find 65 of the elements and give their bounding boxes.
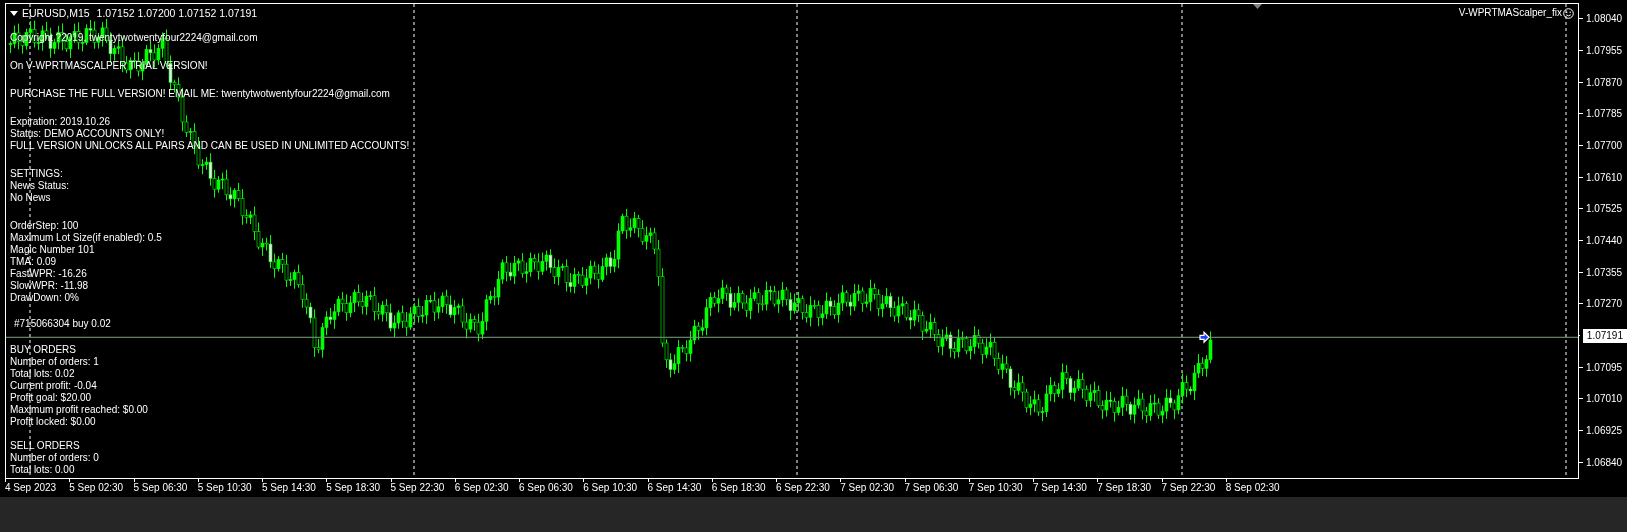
time-label: 7 Sep 22:30 [1161,482,1216,493]
time-label: 7 Sep 14:30 [1033,482,1087,493]
comment-line: No News [10,192,52,204]
time-label: 7 Sep 18:30 [1097,482,1152,493]
comment-line: Current profit: -0.04 [10,380,98,392]
time-label: 7 Sep 02:30 [840,482,895,493]
price-label: 1.07440 [1586,235,1623,247]
time-label: 7 Sep 06:30 [904,482,959,493]
quotes-label: 1.07152 1.07200 1.07152 1.07191 [95,7,258,19]
time-label: 5 Sep 14:30 [262,482,316,493]
current-price-label: 1.07191 [1582,328,1627,343]
time-label: 7 Sep 10:30 [968,482,1023,493]
comment-line: Total lots: 0.00 [10,464,76,476]
time-label: 4 Sep 2023 [5,482,57,493]
time-label: 5 Sep 18:30 [326,482,381,493]
price-label: 1.07270 [1586,298,1623,310]
time-label: 6 Sep 02:30 [454,482,509,493]
comment-line: Profit locked: $0.00 [10,416,97,428]
price-label: 1.08040 [1586,13,1623,25]
shift-marker-icon [1253,4,1262,9]
time-label: 5 Sep 06:30 [133,482,188,493]
price-label: 1.07010 [1586,393,1623,405]
time-label: 6 Sep 22:30 [776,482,830,493]
time-label: 5 Sep 02:30 [69,482,124,493]
price-label: 1.07785 [1586,108,1623,120]
price-label: 1.06840 [1586,456,1623,468]
price-label: 1.07355 [1586,266,1623,278]
price-label: 1.07095 [1586,361,1623,373]
symbol-label: EURUSD,M15 [22,7,90,19]
price-label: 1.07700 [1586,140,1623,151]
smiley-icon[interactable] [1563,7,1574,19]
time-label: 8 Sep 02:30 [1225,482,1280,493]
comment-line: Status: DEMO ACCOUNTS ONLY! [10,128,166,140]
comment-line: OrderStep: 100 [10,220,80,232]
time-label: 5 Sep 22:30 [390,482,445,493]
comment-line: Profit goal: $20.00 [10,392,93,404]
time-label: 6 Sep 10:30 [583,482,638,493]
time-label: 6 Sep 14:30 [647,482,702,493]
comment-line: Number of orders: 0 [10,452,100,464]
price-label: 1.07610 [1586,171,1623,183]
price-label: 1.06925 [1586,425,1623,437]
comment-line: Magic Number 101 [10,244,96,256]
comment-line: SlowWPR: -11.98 [10,280,90,292]
comment-line: Maximum Lot Size(if enabled): 0.5 [10,232,163,244]
comment-line: FastWPR: -16.26 [10,268,88,280]
time-label: 6 Sep 06:30 [519,482,573,493]
comment-line: Number of orders: 1 [10,356,100,368]
comment-line: SELL ORDERS [10,440,81,452]
comment-line: Maximum profit reached: $0.00 [10,404,148,416]
price-label: 1.07525 [1586,203,1623,215]
comment-line: Expiration: 2019.10.26 [10,116,112,128]
time-label: 6 Sep 18:30 [711,482,766,493]
comment-line: SETTINGS: [10,168,64,180]
price-label: 1.07955 [1586,45,1623,56]
comment-line: TMA: 0.09 [10,256,58,268]
caret-icon[interactable] [10,10,18,16]
expert-name: V-WPRTMAScalper_fix [1458,7,1562,19]
arrow-icon [1199,330,1210,344]
comment-line: Total lots: 0.02 [10,368,76,380]
comment-line: BUY ORDERS [10,344,77,356]
time-label: 5 Sep 10:30 [197,482,252,493]
order-label: #715066304 buy 0.02 [14,318,111,330]
price-label: 1.07870 [1586,76,1623,88]
comment-line: DrawDown: 0% [10,292,80,304]
comment-line: News Status: [10,180,70,192]
